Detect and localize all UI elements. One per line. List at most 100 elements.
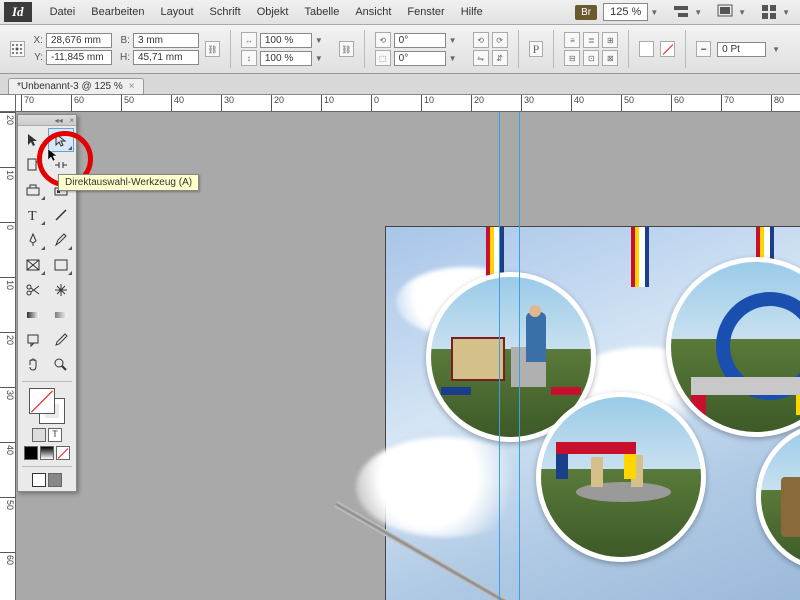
ruler-tick: 50 [121,95,134,111]
screen-mode-dropdown[interactable]: ▼ [738,8,746,17]
screen-mode-icon[interactable] [715,2,735,22]
normal-view-icon[interactable] [32,473,46,487]
menu-file[interactable]: Datei [42,0,84,24]
ruler-tick: 40 [571,95,584,111]
rectangle-tool[interactable] [48,253,75,277]
ruler-tick: 20 [0,112,15,125]
rotate-icon: ⟲ [375,32,391,48]
scale-y-field[interactable]: 100 % [260,51,312,66]
shear-field[interactable]: 0° [394,51,446,66]
align-icon-3[interactable]: ⊞ [602,32,618,48]
flip-v-icon[interactable]: ⇵ [492,50,508,66]
stroke-weight-field[interactable]: 0 Pt [717,42,766,57]
zoom-dropdown-icon[interactable]: ▼ [650,8,658,17]
scale-x-field[interactable]: 100 % [260,33,312,48]
align-icon-2[interactable]: ≣ [583,32,599,48]
close-tab-icon[interactable]: × [129,81,135,92]
ruler-tick: 10 [0,167,15,180]
content-collector-tool[interactable] [20,178,47,202]
constrain-scale-icon[interactable]: ⛓ [339,41,354,57]
ruler-tick: 40 [171,95,184,111]
vertical-ruler[interactable]: 20100102030405060 [0,112,16,600]
fill-stroke-swatch[interactable] [29,388,65,424]
menu-type[interactable]: Schrift [202,0,249,24]
apply-gradient-icon[interactable] [40,446,54,460]
gradient-feather-tool[interactable] [48,303,75,327]
eyedropper-tool[interactable] [48,328,75,352]
menu-layout[interactable]: Layout [152,0,201,24]
guide-line[interactable] [519,112,520,600]
apply-color-icon[interactable] [24,446,38,460]
ribbon [631,227,651,287]
rotate-ccw-icon[interactable]: ⟲ [473,32,489,48]
x-field[interactable]: 28,676 mm [46,33,112,48]
menu-table[interactable]: Tabelle [296,0,347,24]
rotate-cw-icon[interactable]: ⟳ [492,32,508,48]
shear-icon: ⬚ [375,50,391,66]
note-tool[interactable] [20,328,47,352]
ruler-tick: 10 [321,95,334,111]
formatting-container-icon[interactable] [32,428,46,442]
pen-tool[interactable] [20,228,47,252]
page-tool[interactable] [20,153,47,177]
ruler-tick: 30 [521,95,534,111]
ruler-tick: 60 [0,552,15,565]
tools-panel-header[interactable]: ◂◂ × [18,115,76,126]
view-options-dropdown[interactable]: ▼ [694,8,702,17]
scale-y-icon: ↕ [241,50,257,66]
ruler-origin[interactable] [0,95,16,112]
flip-h-icon[interactable]: ⇋ [473,50,489,66]
free-transform-tool[interactable] [48,278,75,302]
menu-bar: Id Datei Bearbeiten Layout Schrift Objek… [0,0,800,25]
reference-point-proxy[interactable] [10,41,25,57]
selection-tool[interactable] [20,128,47,152]
preview-view-icon[interactable] [48,473,62,487]
image-frame-circle[interactable] [536,392,706,562]
h-field[interactable]: 45,71 mm [133,50,199,65]
view-options-icon[interactable] [671,2,691,22]
document-tab[interactable]: *Unbenannt-3 @ 125 % × [8,78,144,94]
type-tool[interactable]: T [20,203,47,227]
horizontal-ruler[interactable]: 7060504030201001020304050607080 [16,95,800,112]
ruler-tick: 20 [471,95,484,111]
hand-tool[interactable] [20,353,47,377]
bridge-button[interactable]: Br [575,5,597,20]
align-icon-5[interactable]: ⊡ [583,50,599,66]
rotate-field[interactable]: 0° [394,33,446,48]
pencil-tool[interactable] [48,228,75,252]
guide-line[interactable] [499,112,500,600]
line-tool[interactable] [48,203,75,227]
direct-selection-tool[interactable] [48,128,75,152]
menu-view[interactable]: Ansicht [347,0,399,24]
arrange-icon[interactable] [759,2,779,22]
stroke-swatch[interactable] [660,41,675,57]
ruler-tick: 30 [0,387,15,400]
formatting-text-icon[interactable]: T [48,428,62,442]
document-page[interactable] [386,227,800,600]
menu-help[interactable]: Hilfe [453,0,491,24]
rectangle-frame-tool[interactable] [20,253,47,277]
y-field[interactable]: -11,845 mm [46,50,112,65]
ruler-tick: 20 [0,332,15,345]
align-icon-1[interactable]: ≡ [564,32,580,48]
document-canvas[interactable]: ◂◂ × T [16,112,800,600]
apply-none-icon[interactable] [56,446,70,460]
ruler-tick: 10 [0,277,15,290]
w-field[interactable]: 3 mm [133,33,199,48]
menu-object[interactable]: Objekt [249,0,297,24]
image-frame-circle[interactable] [756,422,800,572]
fill-swatch[interactable] [639,41,654,57]
scissors-tool[interactable] [20,278,47,302]
align-icon-4[interactable]: ⊟ [564,50,580,66]
select-container-icon[interactable]: P [529,41,544,57]
svg-text:T: T [28,209,37,223]
arrange-dropdown[interactable]: ▼ [782,8,790,17]
gradient-swatch-tool[interactable] [20,303,47,327]
menu-edit[interactable]: Bearbeiten [83,0,152,24]
menu-window[interactable]: Fenster [399,0,452,24]
ruler-tick: 0 [371,95,379,111]
constrain-wh-icon[interactable]: ⛓ [205,41,220,57]
zoom-tool[interactable] [48,353,75,377]
zoom-level-field[interactable]: 125 % [603,3,648,21]
align-icon-6[interactable]: ⊠ [602,50,618,66]
